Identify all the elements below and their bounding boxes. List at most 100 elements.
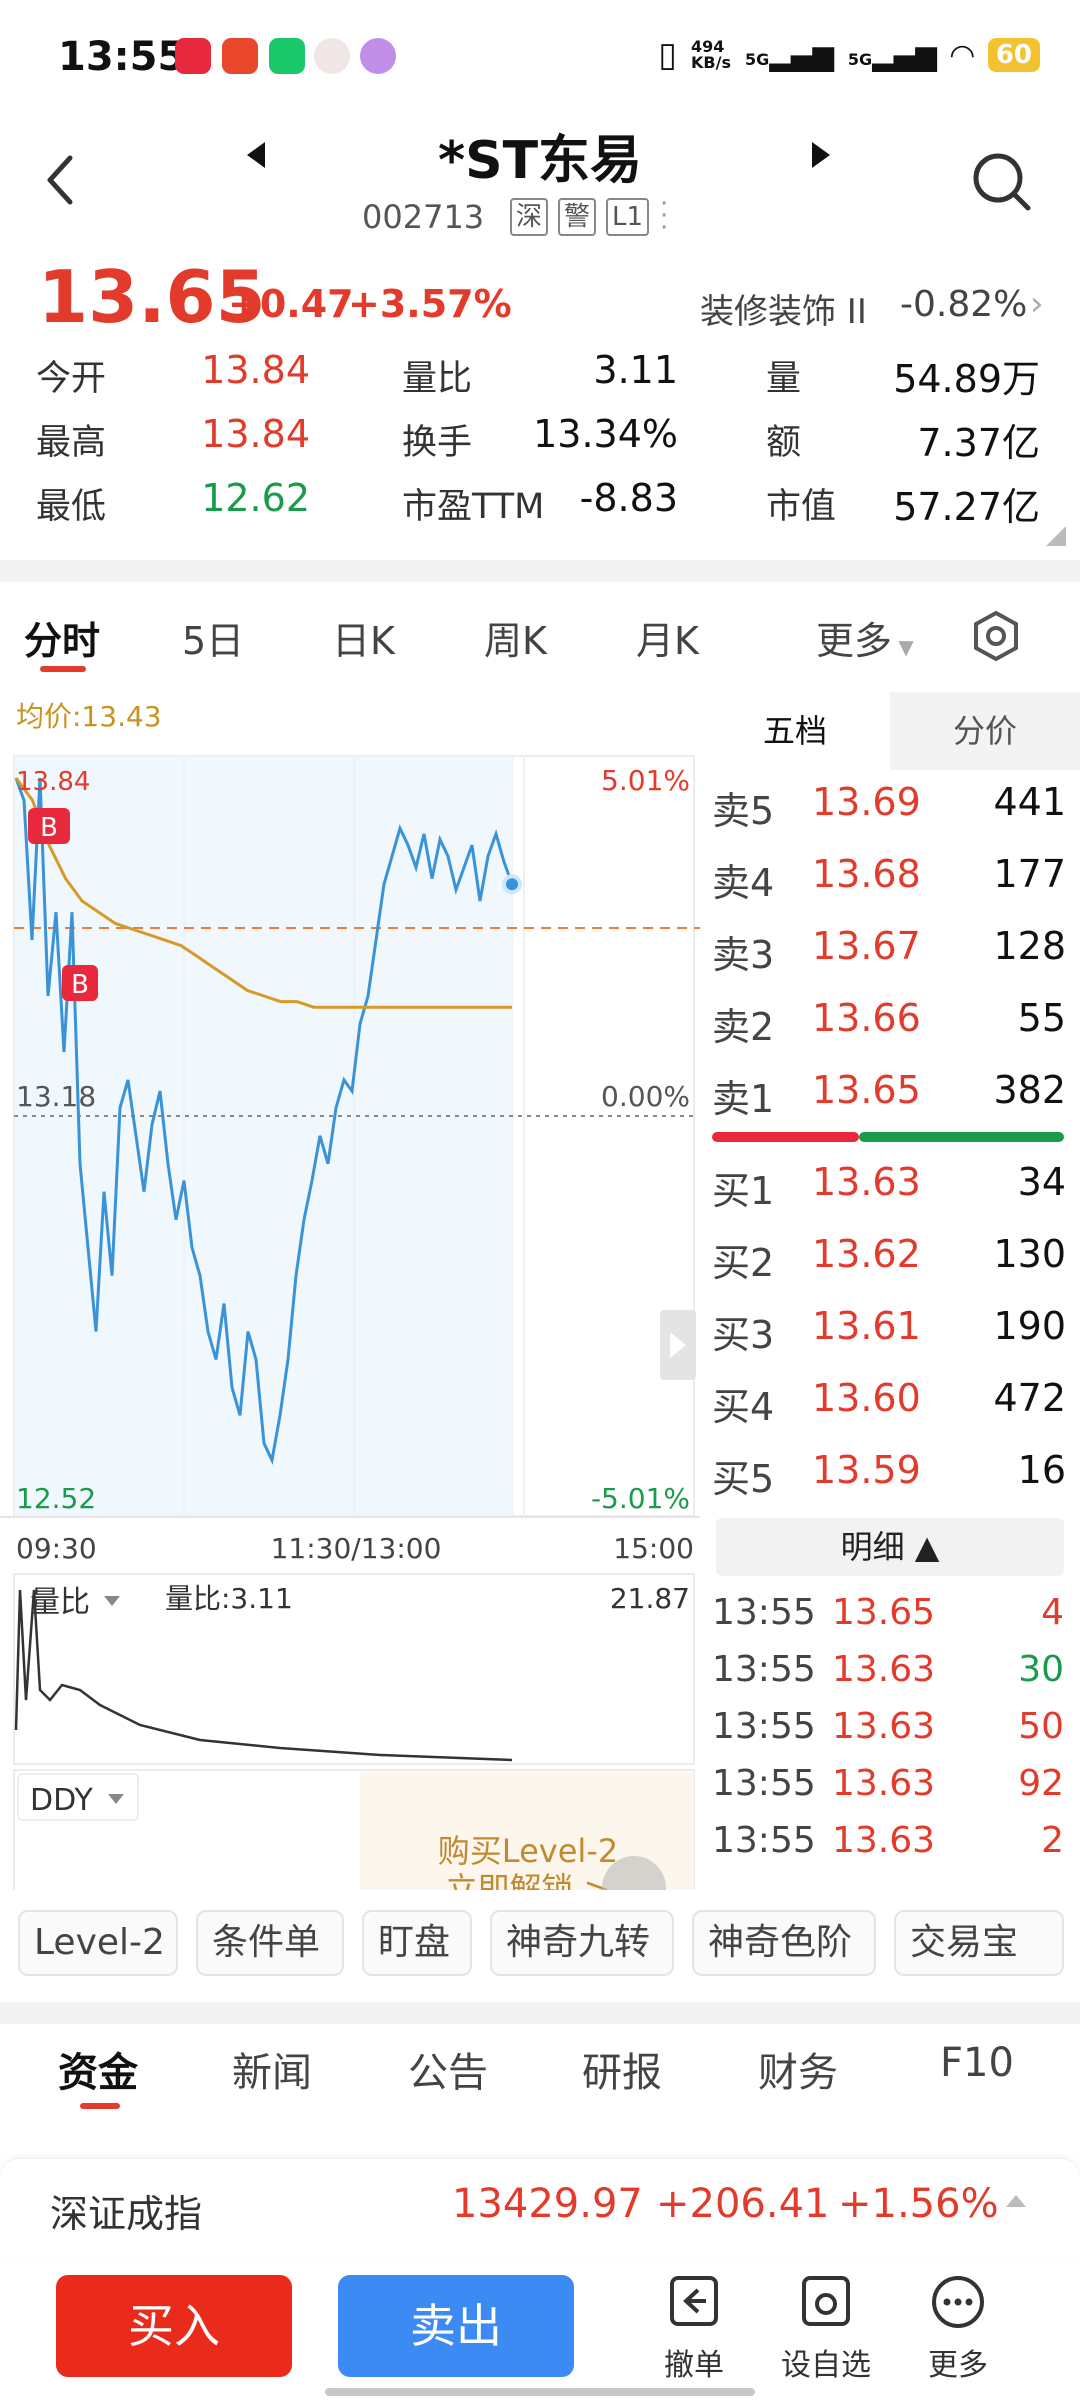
promo-line2[interactable]: 立即解锁 > (446, 1870, 611, 1890)
avatar-notification-icon (314, 38, 350, 74)
tab-more[interactable]: 更多 ▼ (816, 610, 914, 665)
level-label: 卖2 (712, 1005, 775, 1049)
ask-level[interactable]: 卖5 13.69 441 (712, 780, 1072, 840)
tab-news[interactable]: 新闻 (232, 2040, 312, 2098)
ddy-selector[interactable]: DDY (17, 1773, 139, 1821)
next-stock-arrow-icon[interactable] (808, 140, 832, 170)
trade-tick-row: 13:55 13.63 30 (712, 1649, 1064, 1703)
level-tag: L1 (606, 198, 650, 236)
more-button[interactable]: 更多 (908, 2272, 1008, 2384)
ask-level[interactable]: 卖4 13.68 177 (712, 852, 1072, 912)
level-volume: 190 (993, 1304, 1066, 1348)
stat-value: 13.84 (201, 348, 310, 392)
active-tab-indicator (40, 666, 86, 672)
sector-name[interactable]: 装修装饰 II (700, 284, 867, 333)
section-divider (0, 560, 1080, 582)
tab-intraday[interactable]: 分时 (24, 610, 100, 665)
tab-daily-k[interactable]: 日K (332, 610, 395, 665)
level-volume: 382 (993, 1068, 1066, 1112)
trade-detail-header[interactable]: 明细 ▲ (716, 1518, 1064, 1576)
top-pct-label: 5.01% (601, 764, 690, 797)
chip-conditional-order[interactable]: 条件单 (196, 1910, 344, 1976)
add-watchlist-button[interactable]: 设自选 (776, 2272, 876, 2384)
more-dots-icon[interactable]: · · · (660, 191, 668, 241)
watchlist-icon (802, 2276, 850, 2326)
status-indicators: ▯ 494 KB/s 5G▂▄▆ 5G▂▄▆ ◠ 60 (658, 30, 1040, 80)
tab-f10[interactable]: F10 (940, 2040, 1014, 2086)
chevron-right-icon[interactable]: › (1030, 284, 1044, 324)
sector-change-pct[interactable]: -0.82% (900, 284, 1027, 325)
bid-level[interactable]: 买1 13.63 34 (712, 1160, 1072, 1220)
level-label: 买5 (712, 1457, 775, 1501)
level-price: 13.65 (812, 1068, 921, 1112)
level-volume: 177 (993, 852, 1066, 896)
stat-label: 换手 (402, 423, 473, 463)
stock-code: 002713 (362, 198, 485, 236)
trade-tick-row: 13:55 13.63 2 (712, 1820, 1064, 1874)
cancel-order-button[interactable]: 撤单 (644, 2272, 744, 2384)
battery-indicator: 60 (987, 38, 1040, 72)
sell-button[interactable]: 卖出 (338, 2275, 574, 2377)
level-price: 13.60 (812, 1376, 921, 1420)
tab-announcements[interactable]: 公告 (408, 2040, 488, 2098)
svg-text:量比: 量比 (30, 1585, 90, 1620)
svg-text:DDY: DDY (30, 1783, 94, 1818)
price-change-pct: +3.57% (348, 282, 512, 326)
stat-value: 7.37亿 (917, 421, 1040, 465)
buy-marker[interactable]: B (62, 965, 98, 1001)
ask-level[interactable]: 卖2 13.66 55 (712, 996, 1072, 1056)
tick-time: 13:55 (712, 1820, 816, 1861)
tick-time: 13:55 (712, 1763, 816, 1804)
tab-price-distribution[interactable]: 分价 (890, 692, 1080, 770)
buy-marker[interactable]: B (28, 808, 70, 844)
chip-trade-treasure[interactable]: 交易宝 (894, 1910, 1064, 1976)
ask-level[interactable]: 卖3 13.67 128 (712, 924, 1072, 984)
chip-magic-nine[interactable]: 神奇九转 (490, 1910, 674, 1976)
tab-five-levels[interactable]: 五档 (700, 692, 890, 770)
tab-funds[interactable]: 资金 (58, 2040, 138, 2098)
mid-price-label: 13.18 (16, 1080, 96, 1113)
tab-monthly-k[interactable]: 月K (636, 610, 699, 665)
stat-label: 量比 (402, 359, 473, 399)
tick-volume: 30 (1018, 1649, 1064, 1690)
wifi-icon: ◠ (950, 37, 974, 73)
price-change: +0.47 (228, 282, 354, 326)
stat-label: 今开 (36, 359, 107, 399)
bid-level[interactable]: 买4 13.60 472 (712, 1376, 1072, 1436)
bid-level[interactable]: 买3 13.61 190 (712, 1304, 1072, 1364)
tab-weekly-k[interactable]: 周K (484, 610, 547, 665)
vibrate-icon: ▯ (658, 35, 678, 75)
bid-level[interactable]: 买5 13.59 16 (712, 1448, 1072, 1508)
expand-corner-icon[interactable] (1046, 526, 1066, 546)
ask-level[interactable]: 卖1 13.65 382 (712, 1068, 1072, 1128)
level-volume: 472 (993, 1376, 1066, 1420)
index-ticker[interactable]: 深证成指 13429.97 +206.41 +1.56% (0, 2158, 1080, 2258)
level-label: 卖5 (712, 789, 775, 833)
chip-watch[interactable]: 盯盘 (362, 1910, 472, 1976)
level-price: 13.62 (812, 1232, 921, 1276)
chip-level2[interactable]: Level-2 (18, 1910, 178, 1976)
chip-magic-color[interactable]: 神奇色阶 (692, 1910, 876, 1976)
bid-level[interactable]: 买2 13.62 130 (712, 1232, 1072, 1292)
time-label-end: 15:00 (613, 1532, 694, 1565)
buy-button[interactable]: 买入 (56, 2275, 292, 2377)
promo-line1[interactable]: 购买Level-2 (438, 1832, 618, 1870)
tab-financials[interactable]: 财务 (758, 2040, 838, 2098)
level-price: 13.67 (812, 924, 921, 968)
bottom-pct-label: -5.01% (591, 1482, 690, 1515)
svg-text:B: B (40, 813, 58, 843)
search-icon[interactable] (970, 150, 1034, 214)
level-volume: 128 (993, 924, 1066, 968)
intraday-chart[interactable]: 均价:13.43 13.84 5.01% 13.18 0.00% 12.52 -… (0, 690, 700, 1890)
level-price: 13.63 (812, 1160, 921, 1204)
status-bar: 13:55 ▯ 494 KB/s 5G▂▄▆ 5G▂▄▆ ◠ 60 (0, 0, 1080, 110)
tab-5day[interactable]: 5日 (182, 610, 244, 665)
tab-research[interactable]: 研报 (582, 2040, 662, 2098)
stat-value: -8.83 (579, 476, 678, 520)
order-book-tabs: 五档 分价 (700, 692, 1080, 770)
chevron-up-icon[interactable] (1006, 2195, 1026, 2207)
home-indicator (325, 2388, 755, 2396)
level-label: 买3 (712, 1313, 775, 1357)
level-label: 卖3 (712, 933, 775, 977)
chart-settings-icon[interactable] (970, 610, 1022, 662)
